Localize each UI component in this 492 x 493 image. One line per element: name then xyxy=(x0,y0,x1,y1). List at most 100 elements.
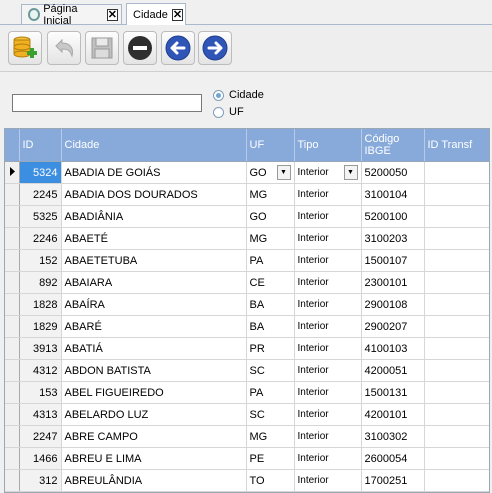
cell-cidade[interactable]: ABAIARA xyxy=(61,271,247,294)
cell-codigo-ibge[interactable]: 2900108 xyxy=(361,293,425,316)
tipo-dropdown[interactable]: Interior ▼ xyxy=(298,165,358,180)
previous-button[interactable] xyxy=(161,31,195,65)
table-row[interactable]: 5324 ABADIA DE GOIÁS GO ▼ Interior ▼ 5200050 xyxy=(5,161,489,184)
cell-id[interactable]: 153 xyxy=(19,381,62,404)
cell-codigo-ibge[interactable]: 4200101 xyxy=(361,403,425,426)
cell-codigo-ibge[interactable]: 2900207 xyxy=(361,315,425,338)
cell-cidade[interactable]: ABADIA DOS DOURADOS xyxy=(61,183,247,206)
uf-dropdown[interactable]: GO ▼ xyxy=(250,165,291,180)
table-row[interactable]: 1466 ABREU E LIMA PE Interior 2600054 xyxy=(5,447,489,470)
cell-uf[interactable]: PE xyxy=(246,447,295,470)
cell-id[interactable]: 5324 xyxy=(19,161,62,184)
cell-id-transf[interactable] xyxy=(424,315,489,338)
cell-id-transf[interactable] xyxy=(424,469,489,492)
cell-codigo-ibge[interactable]: 4200051 xyxy=(361,359,425,382)
cell-id-transf[interactable] xyxy=(424,381,489,404)
column-header-tipo[interactable]: Tipo xyxy=(294,129,362,162)
row-indicator[interactable] xyxy=(5,183,20,206)
table-row[interactable]: 892 ABAIARA CE Interior 2300101 xyxy=(5,271,489,294)
row-indicator[interactable] xyxy=(5,205,20,228)
close-icon[interactable]: ✕ xyxy=(171,8,184,21)
cell-cidade[interactable]: ABADIA DE GOIÁS xyxy=(61,161,247,184)
cell-id[interactable]: 312 xyxy=(19,469,62,492)
table-row[interactable]: 2245 ABADIA DOS DOURADOS MG Interior 3100104 xyxy=(5,183,489,206)
cell-tipo[interactable]: Interior xyxy=(294,205,362,228)
cell-uf[interactable]: MG xyxy=(246,227,295,250)
row-indicator[interactable] xyxy=(5,359,20,382)
cell-uf[interactable]: MG xyxy=(246,183,295,206)
search-input[interactable] xyxy=(12,94,202,112)
undo-button[interactable] xyxy=(47,31,81,65)
cell-cidade[interactable]: ABRE CAMPO xyxy=(61,425,247,448)
cell-cidade[interactable]: ABEL FIGUEIREDO xyxy=(61,381,247,404)
table-row[interactable]: 312 ABREULÂNDIA TO Interior 1700251 xyxy=(5,469,489,492)
cell-id[interactable]: 892 xyxy=(19,271,62,294)
cell-tipo[interactable]: Interior xyxy=(294,293,362,316)
cell-codigo-ibge[interactable]: 5200050 xyxy=(361,161,425,184)
cell-id-transf[interactable] xyxy=(424,271,489,294)
table-row[interactable]: 4312 ABDON BATISTA SC Interior 4200051 xyxy=(5,359,489,382)
cell-tipo[interactable]: Interior xyxy=(294,337,362,360)
cell-id[interactable]: 152 xyxy=(19,249,62,272)
table-row[interactable]: 1828 ABAÍRA BA Interior 2900108 xyxy=(5,293,489,316)
cell-cidade[interactable]: ABDON BATISTA xyxy=(61,359,247,382)
table-row[interactable]: 4313 ABELARDO LUZ SC Interior 4200101 xyxy=(5,403,489,426)
cell-uf[interactable]: GO xyxy=(246,205,295,228)
cell-id-transf[interactable] xyxy=(424,161,489,184)
cell-id-transf[interactable] xyxy=(424,249,489,272)
row-indicator[interactable] xyxy=(5,227,20,250)
cell-id-transf[interactable] xyxy=(424,293,489,316)
table-row[interactable]: 2247 ABRE CAMPO MG Interior 3100302 xyxy=(5,425,489,448)
table-row[interactable]: 1829 ABARÉ BA Interior 2900207 xyxy=(5,315,489,338)
cell-id[interactable]: 4313 xyxy=(19,403,62,426)
cell-tipo[interactable]: Interior xyxy=(294,183,362,206)
cell-codigo-ibge[interactable]: 3100203 xyxy=(361,227,425,250)
row-indicator[interactable] xyxy=(5,469,20,492)
cell-codigo-ibge[interactable]: 2600054 xyxy=(361,447,425,470)
cell-id-transf[interactable] xyxy=(424,337,489,360)
cell-id[interactable]: 5325 xyxy=(19,205,62,228)
cell-id[interactable]: 2246 xyxy=(19,227,62,250)
cell-id[interactable]: 4312 xyxy=(19,359,62,382)
cell-uf[interactable]: TO xyxy=(246,469,295,492)
cell-cidade[interactable]: ABATIÁ xyxy=(61,337,247,360)
cell-cidade[interactable]: ABAÍRA xyxy=(61,293,247,316)
table-row[interactable]: 3913 ABATIÁ PR Interior 4100103 xyxy=(5,337,489,360)
next-button[interactable] xyxy=(198,31,232,65)
delete-button[interactable] xyxy=(123,31,157,65)
cell-codigo-ibge[interactable]: 1500131 xyxy=(361,381,425,404)
cell-tipo[interactable]: Interior xyxy=(294,315,362,338)
cell-tipo[interactable]: Interior xyxy=(294,359,362,382)
cell-cidade[interactable]: ABREU E LIMA xyxy=(61,447,247,470)
cell-id-transf[interactable] xyxy=(424,227,489,250)
cell-id[interactable]: 1466 xyxy=(19,447,62,470)
column-header-id[interactable]: ID xyxy=(19,129,62,162)
close-icon[interactable]: ✕ xyxy=(106,8,118,21)
cell-uf[interactable]: PR xyxy=(246,337,295,360)
cell-cidade[interactable]: ABAETÉ xyxy=(61,227,247,250)
cell-id[interactable]: 1829 xyxy=(19,315,62,338)
cell-id-transf[interactable] xyxy=(424,447,489,470)
tab-cidade[interactable]: Cidade ✕ xyxy=(126,3,186,25)
row-indicator[interactable] xyxy=(5,293,20,316)
row-indicator[interactable] xyxy=(5,249,20,272)
table-row[interactable]: 2246 ABAETÉ MG Interior 3100203 xyxy=(5,227,489,250)
row-indicator[interactable] xyxy=(5,381,20,404)
radio-uf[interactable]: UF xyxy=(213,106,244,118)
row-indicator[interactable] xyxy=(5,271,20,294)
cell-cidade[interactable]: ABREULÂNDIA xyxy=(61,469,247,492)
cell-cidade[interactable]: ABELARDO LUZ xyxy=(61,403,247,426)
cell-id[interactable]: 2247 xyxy=(19,425,62,448)
row-indicator[interactable] xyxy=(5,425,20,448)
save-button[interactable] xyxy=(85,31,119,65)
chevron-down-icon[interactable]: ▼ xyxy=(343,165,358,180)
row-indicator[interactable] xyxy=(5,161,20,184)
cell-codigo-ibge[interactable]: 2300101 xyxy=(361,271,425,294)
cell-uf[interactable]: SC xyxy=(246,403,295,426)
cell-uf[interactable]: PA xyxy=(246,249,295,272)
tab-pagina-inicial[interactable]: Página Inicial ✕ xyxy=(21,3,122,27)
add-record-button[interactable] xyxy=(8,31,42,65)
cell-tipo[interactable]: Interior xyxy=(294,227,362,250)
cell-uf[interactable]: CE xyxy=(246,271,295,294)
table-row[interactable]: 153 ABEL FIGUEIREDO PA Interior 1500131 xyxy=(5,381,489,404)
